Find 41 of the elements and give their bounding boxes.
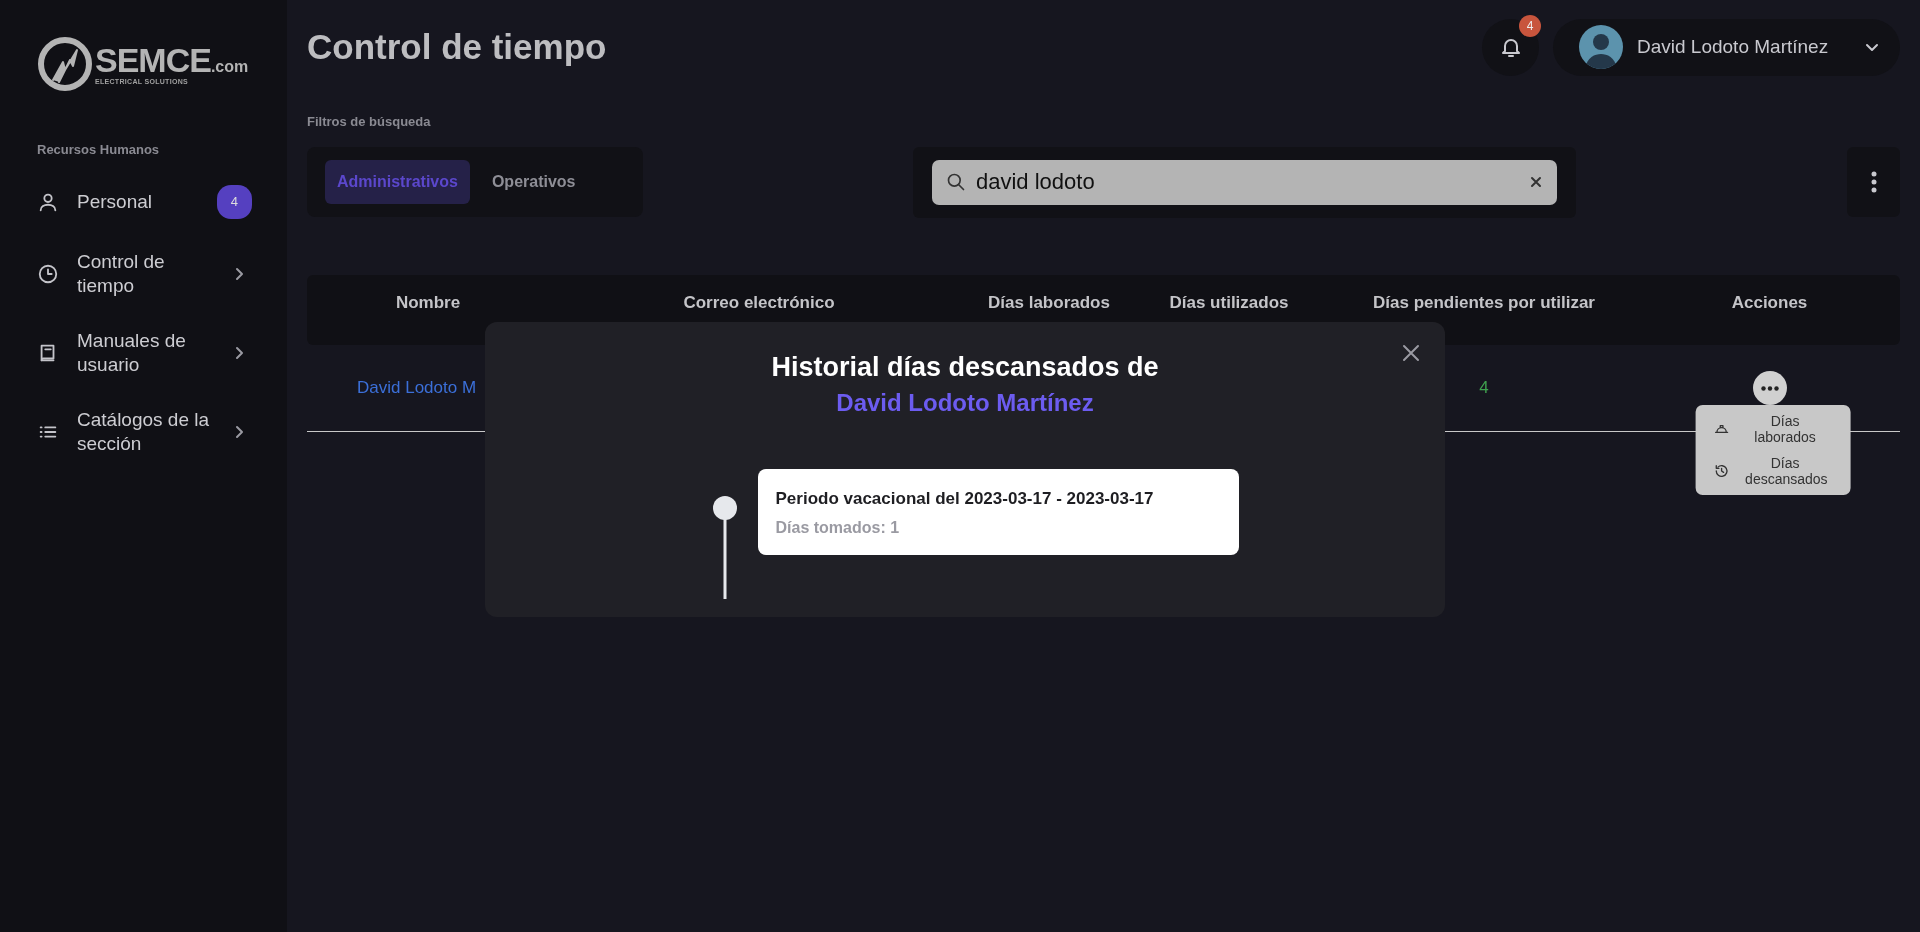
column-header: Días laborados	[987, 292, 1111, 314]
search-icon	[946, 172, 966, 192]
filter-heading: Filtros de búsqueda	[307, 114, 432, 129]
tab[interactable]: Operativos	[479, 160, 588, 204]
lightning-logo-icon	[37, 36, 93, 92]
nav-item[interactable]: Control de tiempo	[37, 250, 252, 298]
column-header: Acciones	[1730, 292, 1809, 314]
notifications-button[interactable]: 4	[1482, 18, 1539, 76]
column-header: Días pendientes por utilizar	[1372, 292, 1596, 314]
nav-item[interactable]: Personal 4	[37, 185, 252, 219]
kebab-icon	[1870, 171, 1877, 193]
column-header: Nombre	[394, 292, 462, 314]
clear-icon	[1529, 175, 1543, 189]
actions-button[interactable]	[1752, 371, 1787, 405]
logo-wordmark: SEMCE	[95, 43, 211, 77]
page-title: Control de tiempo	[307, 27, 608, 67]
clock-icon	[37, 263, 59, 285]
timeline-marker-icon	[711, 495, 738, 599]
entry-detail: Días tomados: 1	[775, 519, 901, 537]
nav-item[interactable]: Catálogos de la sección	[37, 408, 252, 456]
notification-badge: 4	[1519, 14, 1541, 37]
more-icon	[1760, 385, 1779, 391]
logo-suffix: .com	[210, 59, 249, 75]
person-icon	[37, 191, 59, 213]
count-badge: 4	[216, 185, 252, 219]
column-header: Correo electrónico	[682, 292, 836, 314]
menu-item[interactable]: Días laborados	[1705, 413, 1841, 445]
nav-item[interactable]: Manuales de usuario	[37, 329, 252, 377]
table-cell-text: 4	[1478, 378, 1490, 398]
menu-item[interactable]: Días descansados	[1705, 455, 1841, 487]
dialog-title: Historial días descansados de	[771, 352, 1159, 383]
user-menu[interactable]: David Lodoto Martínez	[1553, 18, 1900, 76]
history-icon	[1713, 463, 1730, 479]
search-field[interactable]: david lodoto	[932, 159, 1557, 205]
avatar-icon	[1579, 25, 1623, 69]
entry-title: Periodo vacacional del 2023-03-17 - 2023-03-17	[775, 489, 1155, 509]
search-input[interactable]: david lodoto	[976, 169, 1519, 195]
close-icon	[1401, 342, 1421, 363]
column-header: Días utilizados	[1168, 292, 1290, 314]
employee-name: David Lodoto Martínez	[836, 389, 1094, 417]
section-heading: Recursos Humanos	[37, 142, 161, 157]
